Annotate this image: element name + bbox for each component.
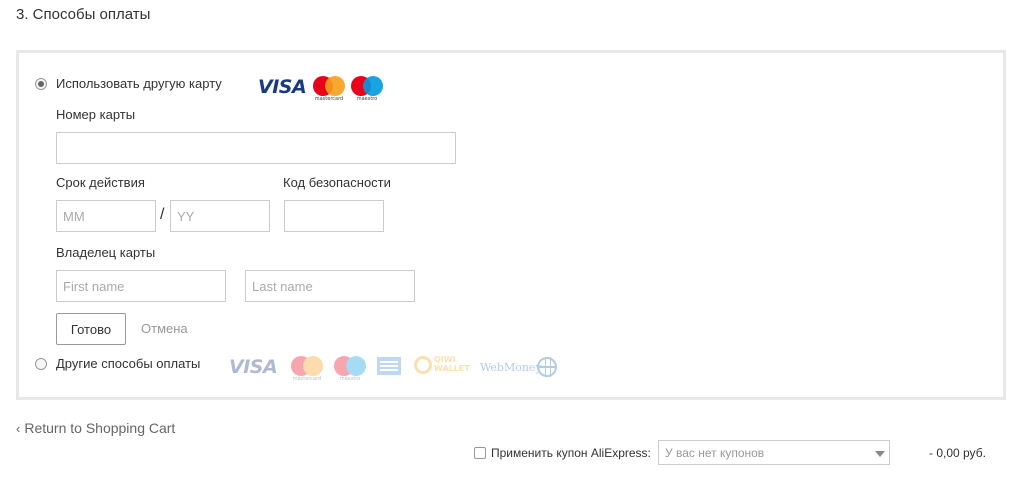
expiry-month-input[interactable] (56, 200, 156, 232)
payment-panel (16, 50, 1006, 400)
qiwi-icon (414, 356, 432, 374)
mastercard-logo-faded: mastercard (291, 356, 323, 386)
coupon-select[interactable]: У вас нет купонов (658, 440, 890, 465)
visa-logo-faded: VISA (229, 356, 278, 378)
first-name-input[interactable] (56, 270, 226, 302)
other-methods-label[interactable]: Другие способы оплаты (56, 356, 200, 371)
webmoney-globe-icon (537, 357, 557, 377)
cvv-label: Код безопасности (283, 175, 391, 190)
maestro-caption: maestro (356, 96, 378, 102)
webmoney-text: WebMoney (480, 361, 542, 374)
qiwi-text: QIWI WALLET (434, 355, 470, 373)
radio-other-methods[interactable] (35, 358, 47, 370)
card-number-input[interactable] (56, 132, 456, 164)
maestro-logo: maestro (351, 76, 383, 106)
card-holder-label: Владелец карты (56, 245, 156, 260)
radio-use-card[interactable] (35, 78, 47, 90)
apply-coupon-checkbox[interactable] (474, 447, 486, 459)
expiry-label: Срок действия (56, 175, 145, 190)
amex-icon (377, 357, 401, 375)
return-to-cart-label: Return to Shopping Cart (24, 420, 176, 436)
mastercard-caption: mastercard (314, 96, 344, 102)
cvv-input[interactable] (284, 200, 384, 232)
use-card-label[interactable]: Использовать другую карту (56, 76, 222, 91)
mastercard-caption-faded: mastercard (292, 376, 322, 382)
maestro-caption-faded: maestro (339, 376, 361, 382)
cancel-link[interactable]: Отмена (141, 321, 188, 336)
coupon-select-value: У вас нет купонов (665, 446, 765, 460)
section-title: 3. Способы оплаты (16, 6, 151, 23)
done-button[interactable]: Готово (56, 313, 126, 345)
card-number-label: Номер карты (56, 107, 136, 122)
visa-logo: VISA (258, 76, 307, 98)
chevron-left-icon: ‹ (16, 421, 21, 436)
apply-coupon-label[interactable]: Применить купон AliExpress: (491, 446, 651, 460)
mastercard-logo: mastercard (313, 76, 345, 106)
return-to-cart-link[interactable]: ‹ Return to Shopping Cart (16, 420, 175, 436)
dropdown-arrow-icon (875, 451, 885, 457)
expiry-separator: / (160, 206, 165, 223)
maestro-logo-faded: maestro (334, 356, 366, 386)
expiry-year-input[interactable] (170, 200, 270, 232)
last-name-input[interactable] (245, 270, 415, 302)
discount-amount: - 0,00 руб. (929, 446, 986, 460)
